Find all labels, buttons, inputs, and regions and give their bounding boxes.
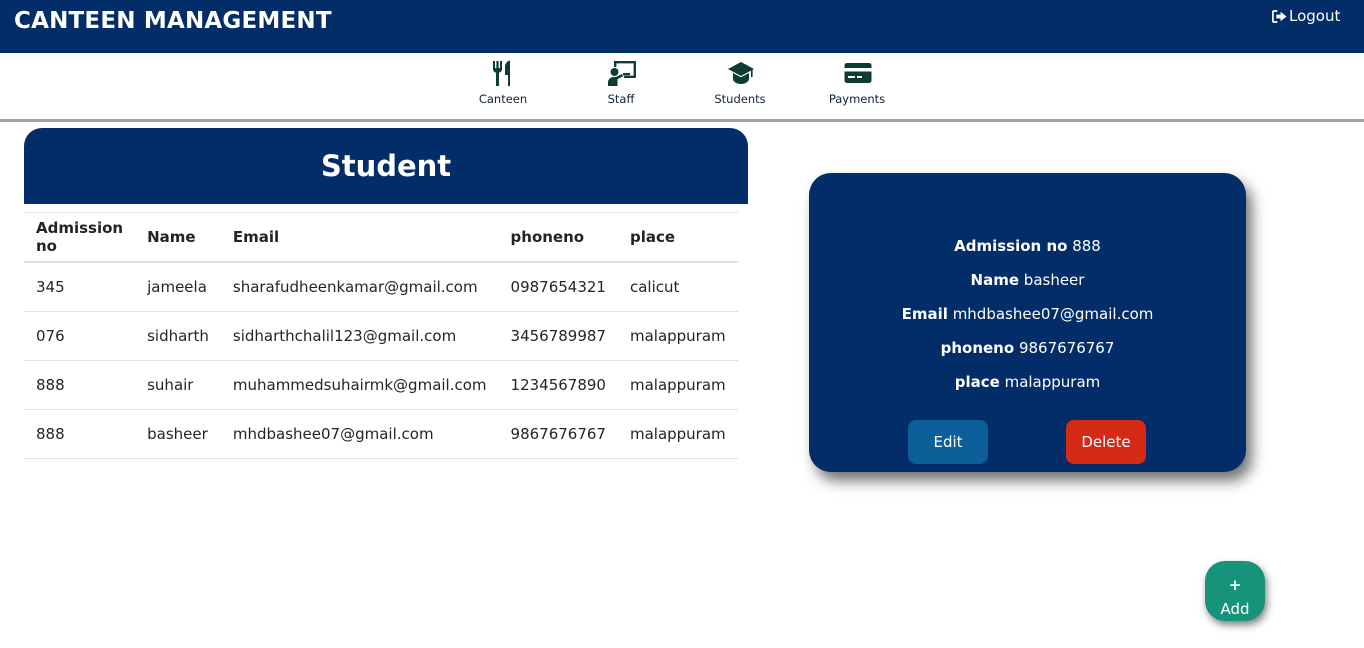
utensils-icon	[493, 60, 510, 86]
cell-admission-no: 888	[24, 409, 136, 459]
nav-item-staff[interactable]: Staff	[571, 53, 671, 119]
detail-name: Name basheer	[809, 271, 1246, 289]
detail-label: Admission no	[954, 237, 1068, 255]
logout-label: Logout	[1289, 7, 1341, 25]
student-detail-card: Admission no 888 Name basheer Email mhdb…	[809, 173, 1246, 472]
cell-phoneno: 3456789987	[498, 311, 618, 361]
nav-item-canteen[interactable]: Canteen	[453, 53, 553, 119]
cell-place: malappuram	[617, 360, 738, 410]
detail-label: place	[954, 373, 1000, 391]
graduation-cap-icon	[728, 62, 754, 84]
plus-icon: +	[1228, 576, 1242, 594]
cell-admission-no: 076	[24, 311, 136, 361]
table-row[interactable]: 888 suhair muhammedsuhairmk@gmail.com 12…	[24, 360, 738, 410]
nav-bar: Canteen Staff Students Payments	[0, 53, 1364, 122]
column-header: phoneno	[498, 212, 618, 263]
table-row[interactable]: 345 jameela sharafudheenkamar@gmail.com …	[24, 262, 738, 312]
detail-phoneno: phoneno 9867676767	[809, 339, 1246, 357]
cell-name: jameela	[135, 262, 221, 312]
column-header: Admission no	[24, 212, 136, 263]
section-title: Student	[320, 149, 452, 183]
table-row[interactable]: 076 sidharth sidharthchalil123@gmail.com…	[24, 311, 738, 361]
chalkboard-teacher-icon	[608, 61, 636, 86]
column-header: place	[617, 212, 738, 263]
sign-out-icon	[1272, 9, 1287, 23]
add-label: Add	[1220, 600, 1250, 618]
add-button[interactable]: + Add	[1205, 561, 1265, 621]
nav-item-payments[interactable]: Payments	[807, 53, 907, 119]
detail-place: place malappuram	[809, 373, 1246, 391]
cell-admission-no: 888	[24, 360, 136, 410]
detail-value: 888	[1072, 237, 1101, 255]
detail-label: phoneno	[940, 339, 1015, 357]
detail-email: Email mhdbashee07@gmail.com	[809, 305, 1246, 323]
detail-label: Email	[901, 305, 948, 323]
detail-value: 9867676767	[1018, 339, 1115, 357]
cell-email: sharafudheenkamar@gmail.com	[220, 262, 499, 312]
detail-admission-no: Admission no 888	[809, 237, 1246, 255]
student-header: Student	[24, 128, 748, 204]
cell-phoneno: 1234567890	[498, 360, 618, 410]
cell-phoneno: 9867676767	[498, 409, 618, 459]
table-row[interactable]: 888 basheer mhdbashee07@gmail.com 986767…	[24, 409, 738, 459]
cell-admission-no: 345	[24, 262, 136, 312]
nav-label-staff: Staff	[607, 92, 635, 106]
detail-label: Name	[970, 271, 1020, 289]
cell-email: mhdbashee07@gmail.com	[220, 409, 499, 459]
detail-value: mhdbashee07@gmail.com	[952, 305, 1154, 323]
nav-item-students[interactable]: Students	[690, 53, 790, 119]
delete-button[interactable]: Delete	[1066, 420, 1146, 464]
nav-label-students: Students	[714, 92, 766, 106]
cell-name: suhair	[135, 360, 221, 410]
top-bar: CANTEEN MANAGEMENT Logout	[0, 0, 1364, 53]
nav-label-canteen: Canteen	[478, 92, 528, 106]
detail-value: basheer	[1023, 271, 1085, 289]
cell-email: muhammedsuhairmk@gmail.com	[220, 360, 499, 410]
detail-value: malappuram	[1004, 373, 1101, 391]
cell-place: malappuram	[617, 409, 738, 459]
table-header-row: Admission no Name Email phoneno place	[24, 212, 738, 263]
edit-button[interactable]: Edit	[908, 420, 988, 464]
cell-place: calicut	[617, 262, 738, 312]
cell-name: basheer	[135, 409, 221, 459]
column-header: Email	[220, 212, 499, 263]
column-header: Name	[135, 212, 221, 263]
logout-button[interactable]: Logout	[1271, 7, 1340, 25]
cell-email: sidharthchalil123@gmail.com	[220, 311, 499, 361]
cell-name: sidharth	[135, 311, 221, 361]
app-title: CANTEEN MANAGEMENT	[14, 8, 332, 34]
cell-place: malappuram	[617, 311, 738, 361]
credit-card-icon	[844, 63, 872, 83]
cell-phoneno: 0987654321	[498, 262, 618, 312]
students-table: Admission no Name Email phoneno place 34…	[24, 212, 738, 459]
nav-label-payments: Payments	[828, 92, 886, 106]
